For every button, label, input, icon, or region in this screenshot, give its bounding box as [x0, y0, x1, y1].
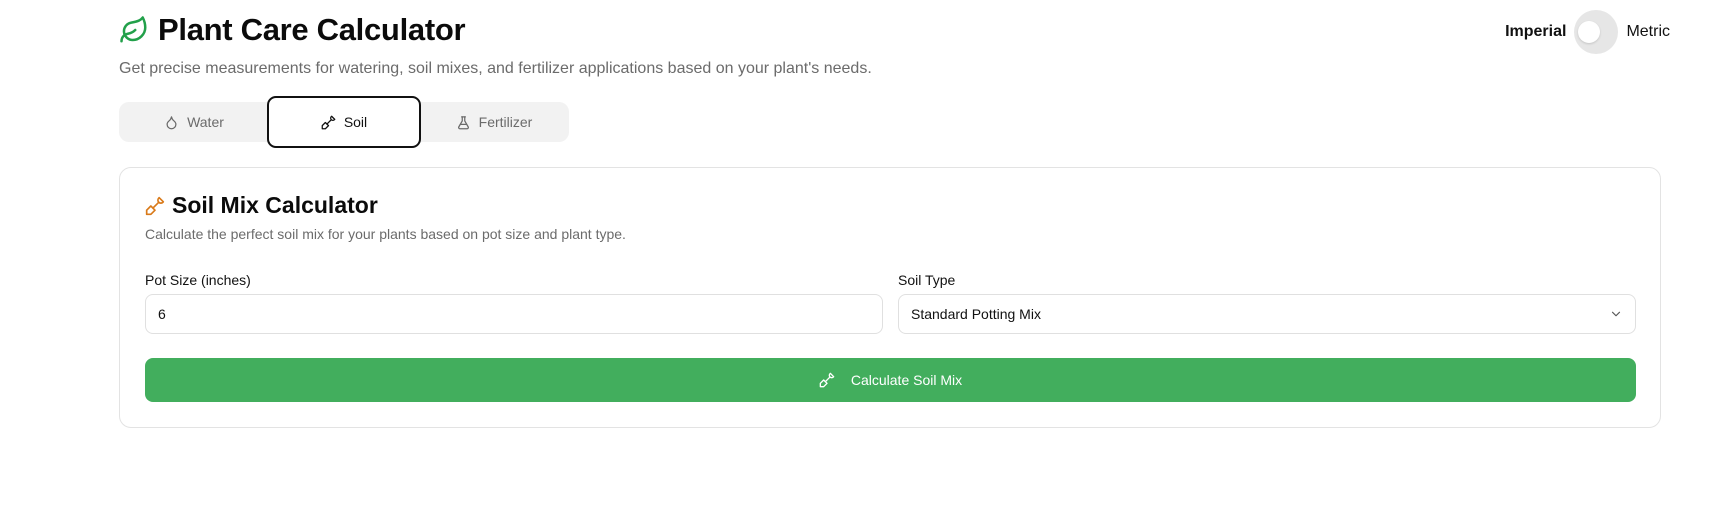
unit-switch[interactable] — [1574, 10, 1619, 54]
calculator-tabs: Water Soil Fertilizer — [119, 96, 569, 148]
tab-fertilizer-label: Fertilizer — [478, 114, 533, 130]
tab-fertilizer[interactable]: Fertilizer — [419, 102, 569, 142]
chevron-down-icon — [1611, 311, 1621, 317]
imperial-label: Imperial — [1505, 23, 1567, 40]
tab-soil[interactable]: Soil — [267, 96, 421, 148]
shovel-icon — [145, 196, 165, 215]
flask-icon — [457, 115, 469, 129]
soil-mix-card: Soil Mix Calculator Calculate the perfec… — [119, 167, 1661, 428]
droplet-icon — [166, 115, 177, 129]
pot-size-field: Pot Size (inches) 6 — [145, 272, 883, 334]
page: Plant Care Calculator Get precise measur… — [0, 0, 1710, 510]
shovel-icon — [819, 372, 835, 388]
unit-switch-knob — [1578, 21, 1601, 43]
card-description: Calculate the perfect soil mix for your … — [145, 226, 626, 242]
tab-water[interactable]: Water — [119, 102, 269, 142]
metric-label: Metric — [1626, 23, 1670, 40]
calculate-soil-mix-button[interactable]: Calculate Soil Mix — [145, 358, 1636, 402]
unit-toggle: Imperial Metric — [1505, 10, 1670, 54]
card-title: Soil Mix Calculator — [172, 192, 378, 218]
soil-type-label: Soil Type — [898, 272, 956, 288]
tab-soil-label: Soil — [343, 114, 368, 130]
pot-size-label: Pot Size (inches) — [145, 272, 251, 288]
title-row: Plant Care Calculator — [119, 12, 872, 48]
app-subtitle: Get precise measurements for watering, s… — [119, 60, 872, 77]
pot-size-input[interactable]: 6 — [145, 294, 883, 334]
calculate-button-label: Calculate Soil Mix — [850, 372, 963, 388]
app-title: Plant Care Calculator — [158, 12, 466, 47]
soil-type-field: Soil Type Standard Potting Mix — [898, 272, 1636, 334]
shovel-icon — [321, 115, 336, 129]
card-title-row: Soil Mix Calculator — [145, 192, 378, 219]
soil-type-value: Standard Potting Mix — [911, 306, 1041, 322]
header: Plant Care Calculator Get precise measur… — [119, 12, 872, 78]
tab-water-label: Water — [187, 114, 224, 130]
leaf-icon — [120, 16, 147, 43]
soil-type-select[interactable]: Standard Potting Mix — [898, 294, 1636, 334]
